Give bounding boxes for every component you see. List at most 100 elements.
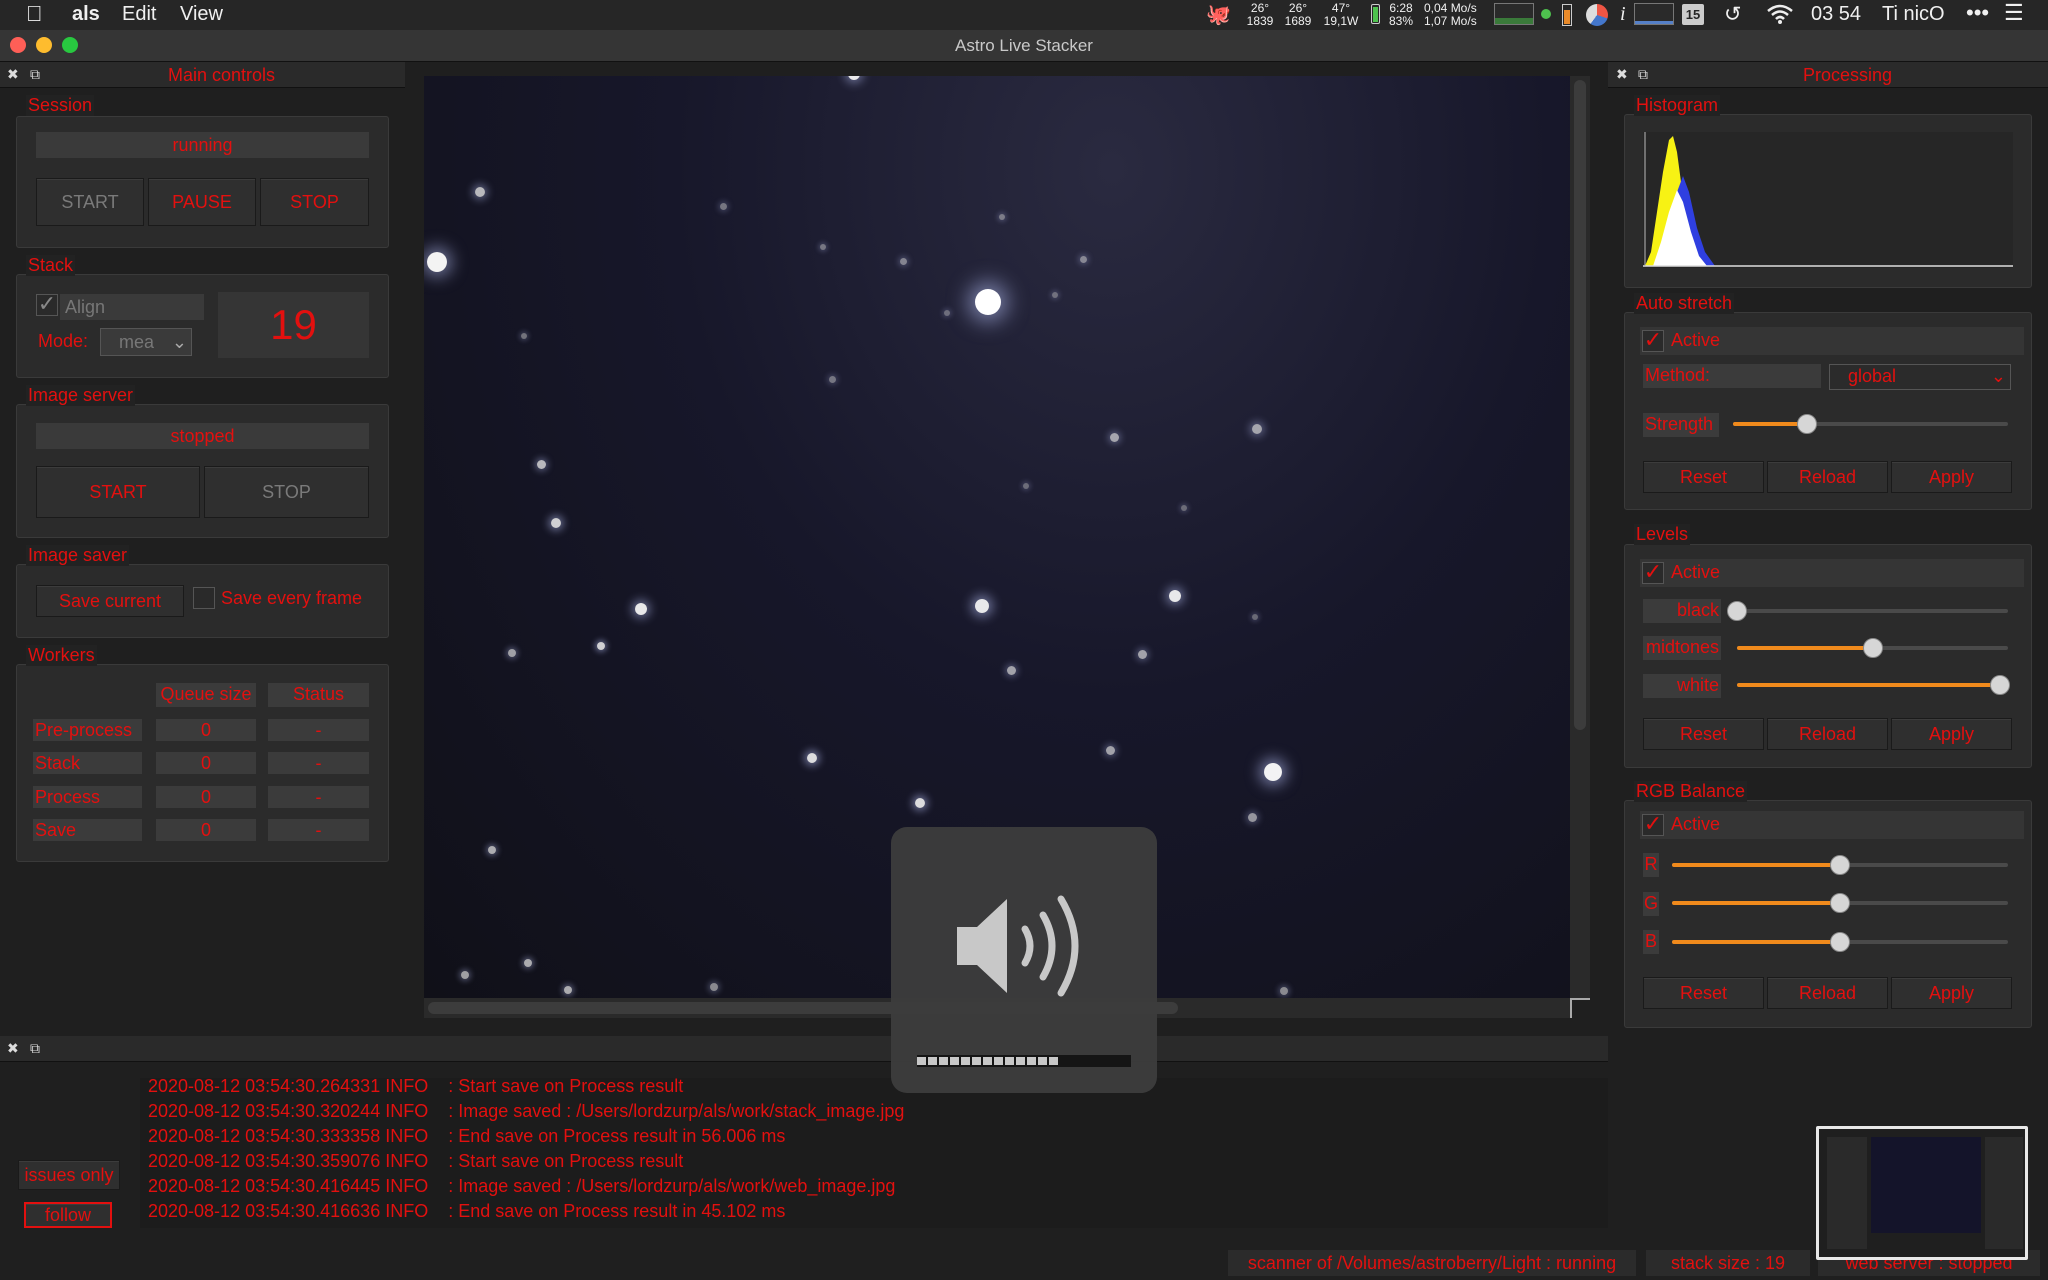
star — [508, 649, 516, 657]
save-every-frame-checkbox[interactable] — [193, 587, 215, 609]
midtones-slider-knob[interactable] — [1863, 638, 1883, 658]
star — [635, 603, 647, 615]
star — [551, 518, 561, 528]
calendar-icon[interactable]: 15 — [1682, 4, 1704, 25]
rgb-reset-button[interactable]: Reset — [1643, 977, 1764, 1009]
stack-count: 19 — [218, 292, 369, 358]
session-pause-button[interactable]: PAUSE — [148, 178, 256, 226]
notification-center-icon[interactable]: ☰ — [2004, 0, 2024, 26]
follow-button[interactable]: follow — [24, 1202, 112, 1228]
clock[interactable]: 03 54 — [1811, 3, 1861, 26]
star — [488, 846, 496, 854]
black-slider-knob[interactable] — [1727, 601, 1747, 621]
worker-status: - — [268, 819, 369, 841]
rgb-active-label: Active — [1671, 814, 1721, 834]
levels-reload-button[interactable]: Reload — [1767, 718, 1888, 750]
strength-slider-fill — [1733, 422, 1807, 426]
worker-name: Process — [33, 786, 142, 808]
processing-header: ✖ ⧉ Processing — [1608, 62, 2048, 88]
r-slider-knob[interactable] — [1830, 855, 1850, 875]
more-icon[interactable]: ••• — [1966, 0, 1989, 26]
autostretch-active-label: Active — [1671, 330, 1721, 350]
rgb-active-checkbox[interactable]: ✓ — [1642, 813, 1664, 836]
app-menu[interactable]: als — [72, 3, 100, 26]
autostretch-reset-button[interactable]: Reset — [1643, 461, 1764, 493]
dock-close-icon[interactable]: ✖ — [7, 1040, 19, 1057]
menu-view[interactable]: View — [180, 3, 223, 26]
wifi-icon[interactable] — [1766, 3, 1794, 31]
server-start-button[interactable]: START — [36, 466, 200, 518]
star — [999, 214, 1005, 220]
worker-status: - — [268, 752, 369, 774]
log-line: 2020-08-12 03:54:30.264331 INFO : Start … — [148, 1078, 684, 1096]
memory-icon[interactable] — [1562, 4, 1572, 26]
black-slider-track[interactable] — [1737, 609, 2008, 613]
mode-label: Mode: — [38, 331, 89, 351]
white-label: white — [1643, 674, 1721, 698]
cpu-temp-2[interactable]: 26° 1689 — [1280, 2, 1316, 28]
log-view[interactable]: 2020-08-12 03:54:30.264331 INFO : Start … — [140, 1078, 1608, 1228]
cpu-temp-1[interactable]: 26° 1839 — [1242, 2, 1278, 28]
dock-float-icon[interactable]: ⧉ — [30, 1040, 40, 1057]
autostretch-active-checkbox[interactable]: ✓ — [1642, 329, 1664, 352]
octopus-icon[interactable]: 🐙 — [1206, 2, 1231, 27]
dock-close-icon[interactable]: ✖ — [7, 66, 19, 83]
session-stop-button[interactable]: STOP — [260, 178, 369, 226]
levels-apply-button[interactable]: Apply — [1891, 718, 2012, 750]
volume-level-bar — [917, 1055, 1131, 1067]
b-slider-knob[interactable] — [1830, 932, 1850, 952]
method-select[interactable]: global ⌄ — [1829, 364, 2011, 390]
black-label: black — [1643, 599, 1721, 623]
issues-only-button[interactable]: issues only — [18, 1160, 120, 1190]
menu-edit[interactable]: Edit — [122, 3, 156, 26]
levels-reset-button[interactable]: Reset — [1643, 718, 1764, 750]
user-name[interactable]: Ti nicO — [1882, 3, 1945, 26]
method-value: global — [1848, 366, 1897, 386]
mode-select[interactable]: mea ⌄ — [100, 328, 192, 356]
vertical-scroll-thumb[interactable] — [1574, 80, 1586, 730]
star — [1137, 649, 1147, 659]
star — [1247, 812, 1257, 822]
vertical-scrollbar[interactable] — [1570, 76, 1590, 998]
star — [1181, 505, 1187, 511]
dock-float-icon[interactable]: ⧉ — [30, 66, 40, 83]
star — [1252, 614, 1258, 620]
main-controls-header: ✖ ⧉ Main controls — [0, 62, 405, 88]
stack-size-status: stack size : 19 — [1646, 1250, 1810, 1276]
resize-corner-icon[interactable] — [1570, 998, 1590, 1018]
status-dot-icon — [1541, 9, 1551, 19]
star — [975, 599, 989, 613]
battery-readout[interactable]: 6:28 83% — [1384, 2, 1418, 28]
levels-active-checkbox[interactable]: ✓ — [1642, 561, 1664, 584]
star — [719, 202, 727, 210]
rgb-apply-button[interactable]: Apply — [1891, 977, 2012, 1009]
apple-icon[interactable]:  — [26, 1, 43, 27]
autostretch-reload-button[interactable]: Reload — [1767, 461, 1888, 493]
server-stop-button[interactable]: STOP — [204, 466, 369, 518]
cpu-graph-icon[interactable] — [1494, 3, 1534, 25]
g-slider-knob[interactable] — [1830, 893, 1850, 913]
rgb-title: RGB Balance — [1634, 781, 1748, 802]
star — [1280, 987, 1288, 995]
align-checkbox[interactable]: ✓ — [36, 293, 58, 316]
net-graph-icon[interactable] — [1634, 3, 1674, 25]
session-title: Session — [26, 95, 95, 116]
save-current-button[interactable]: Save current — [36, 585, 184, 617]
queue-size-header: Queue size — [156, 683, 256, 707]
strength-slider-knob[interactable] — [1797, 414, 1817, 434]
power-readout[interactable]: 47° 19,1W — [1318, 2, 1364, 28]
disk-pie-icon[interactable] — [1586, 4, 1608, 26]
r-slider-fill — [1672, 863, 1840, 867]
info-icon[interactable]: i — [1620, 3, 1626, 26]
star — [1079, 255, 1087, 263]
session-start-button[interactable]: START — [36, 178, 144, 226]
dock-close-icon[interactable]: ✖ — [1616, 66, 1628, 83]
rgb-reload-button[interactable]: Reload — [1767, 977, 1888, 1009]
network-readout[interactable]: 0,04 Mo/s 1,07 Mo/s — [1424, 2, 1490, 28]
time-machine-icon[interactable]: ↺ — [1724, 2, 1742, 27]
star — [807, 753, 817, 763]
dock-float-icon[interactable]: ⧉ — [1638, 66, 1648, 83]
autostretch-apply-button[interactable]: Apply — [1891, 461, 2012, 493]
white-slider-knob[interactable] — [1990, 675, 2010, 695]
screenshot-thumbnail[interactable] — [1816, 1126, 2028, 1260]
